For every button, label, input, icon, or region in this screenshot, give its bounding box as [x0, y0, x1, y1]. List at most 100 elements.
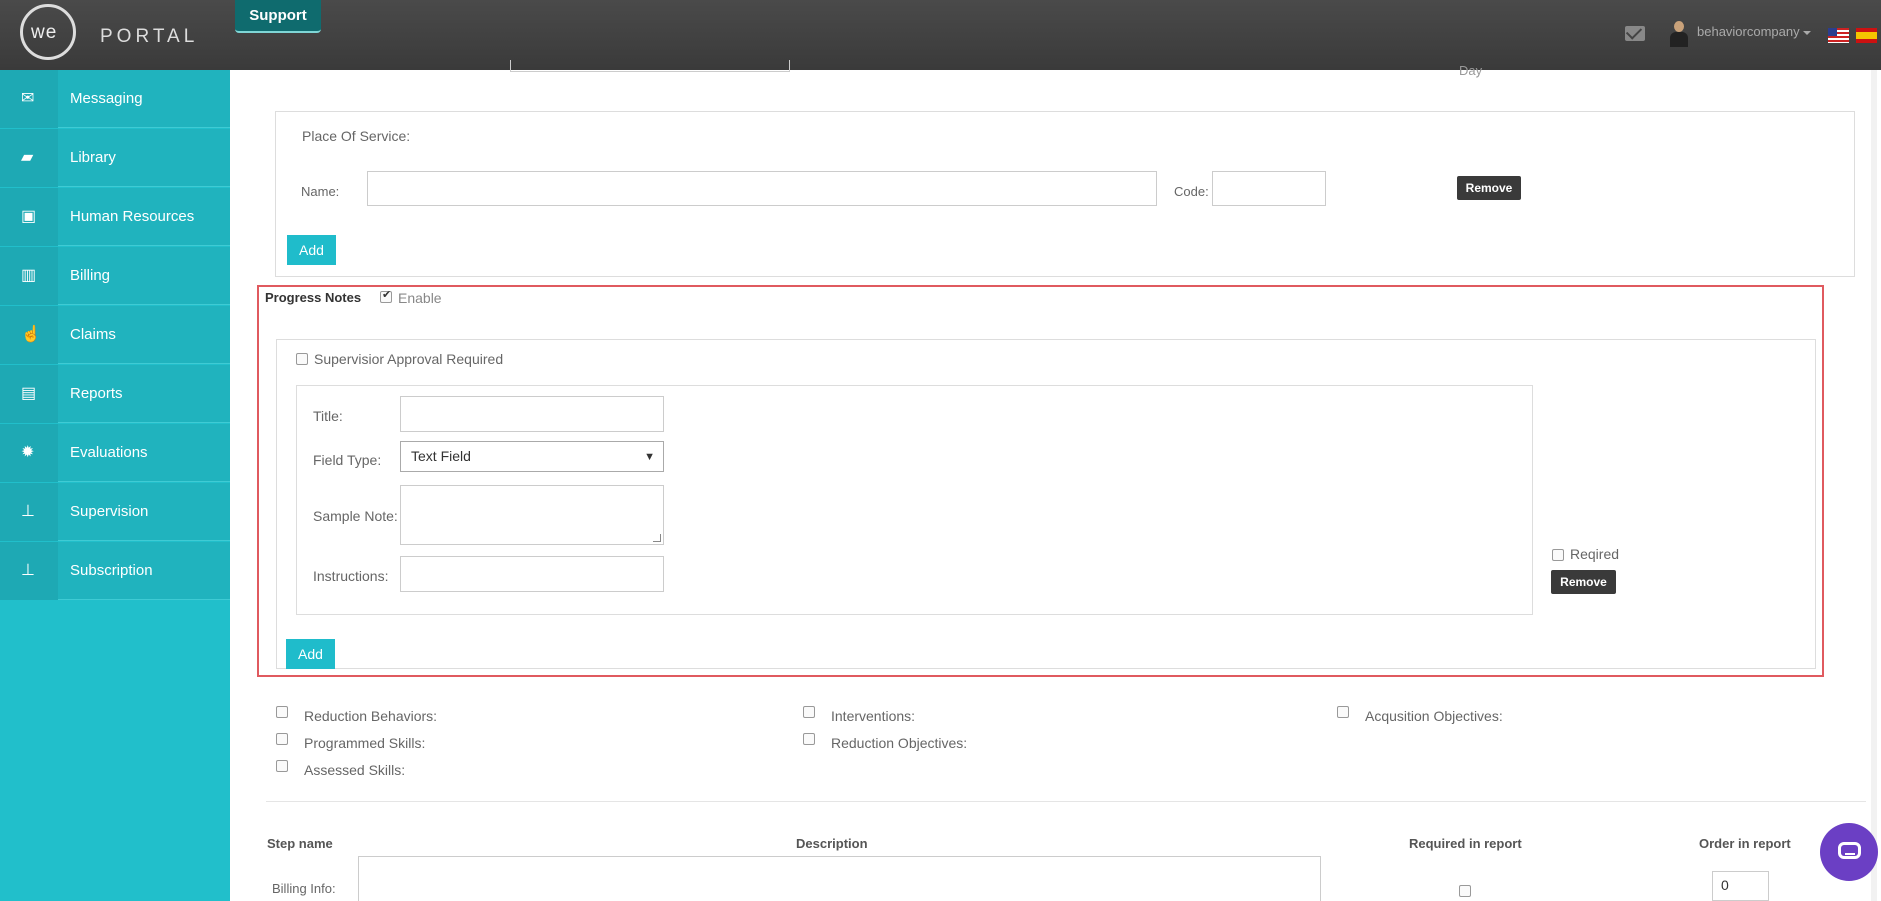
- acquisition-objectives-checkbox[interactable]: [1337, 706, 1349, 718]
- book-icon: ▤: [21, 385, 37, 402]
- sidebar-item-label: Evaluations: [70, 444, 148, 461]
- briefcase-icon: ▣: [21, 208, 37, 225]
- programmed-skills-label: Programmed Skills:: [304, 735, 426, 751]
- field-type-select[interactable]: Text Field ▼: [400, 441, 664, 472]
- sidebar-icon-cell: ✹: [0, 424, 58, 482]
- chat-widget-button[interactable]: [1820, 823, 1878, 881]
- assessed-skills-checkbox[interactable]: [276, 760, 288, 772]
- envelope-icon[interactable]: [1625, 26, 1645, 41]
- field-type-selected-value: Text Field: [411, 448, 471, 464]
- instructions-input[interactable]: [400, 556, 664, 592]
- supervisor-approval-label: Supervisior Approval Required: [314, 351, 504, 367]
- chat-icon: [1838, 842, 1861, 859]
- remove-place-button[interactable]: Remove: [1457, 176, 1521, 200]
- acquisition-objectives-label: Acqusition Objectives:: [1365, 708, 1503, 724]
- sidebar-item-billing[interactable]: ▥ Billing: [0, 247, 230, 305]
- sidebar-icon-cell: ⊥: [0, 483, 58, 541]
- day-label: Day: [1459, 63, 1483, 78]
- sidebar-item-claims[interactable]: ☝ Claims: [0, 306, 230, 364]
- resize-handle-icon[interactable]: [653, 534, 661, 542]
- avatar-body: [1670, 32, 1688, 47]
- required-label: Reqired: [1570, 546, 1620, 562]
- sidebar-item-label: Library: [70, 149, 116, 166]
- sitemap-icon: ⊥: [21, 562, 35, 579]
- sidebar-icon-cell: ▤: [0, 365, 58, 423]
- place-code-input[interactable]: [1212, 171, 1326, 206]
- avatar[interactable]: [1668, 21, 1690, 47]
- sitemap-icon: ⊥: [21, 503, 35, 520]
- assessed-skills-label: Assessed Skills:: [304, 762, 406, 778]
- sidebar-icon-cell: ▥: [0, 247, 58, 305]
- billing-info-label: Billing Info:: [272, 881, 336, 896]
- sidebar-icon-cell: ▣: [0, 188, 58, 246]
- user-menu-name[interactable]: behaviorcompany: [1697, 24, 1800, 39]
- sidebar-icon-cell: ⊥: [0, 542, 58, 600]
- progress-notes-heading: Progress Notes: [265, 290, 362, 305]
- remove-field-button[interactable]: Remove: [1551, 570, 1616, 594]
- supervisor-approval-checkbox[interactable]: [296, 353, 308, 365]
- billing-info-order-input[interactable]: 0: [1712, 871, 1769, 901]
- place-of-service-heading: Place Of Service:: [302, 128, 411, 144]
- sidebar-item-label: Supervision: [70, 503, 149, 520]
- sidebar-item-subscription[interactable]: ⊥ Subscription: [0, 542, 230, 600]
- sidebar-item-label: Subscription: [70, 562, 153, 579]
- billing-info-required-checkbox[interactable]: [1459, 885, 1471, 897]
- main-content: Day Place Of Service: Name: Code: Remove…: [230, 60, 1881, 901]
- sidebar-item-supervision[interactable]: ⊥ Supervision: [0, 483, 230, 541]
- order-value: 0: [1721, 877, 1729, 893]
- envelope-icon: ✉: [21, 90, 35, 107]
- spain-flag-icon[interactable]: [1856, 28, 1877, 43]
- bar-chart-icon: ▥: [21, 267, 37, 284]
- sidebar-item-label: Billing: [70, 267, 111, 284]
- col-step-name: Step name: [267, 836, 333, 851]
- sidebar: ✉ Messaging ▰ Library ▣ Human Resources …: [0, 70, 230, 901]
- sidebar-icon-cell: ▰: [0, 129, 58, 187]
- required-checkbox[interactable]: [1552, 549, 1564, 561]
- col-description: Description: [796, 836, 868, 851]
- select-arrow-icon: ▼: [644, 451, 655, 463]
- sidebar-item-label: Messaging: [70, 90, 143, 107]
- add-place-button[interactable]: Add: [287, 235, 336, 265]
- logo-we-text: we: [31, 22, 58, 43]
- title-label: Title:: [313, 408, 343, 424]
- interventions-label: Interventions:: [831, 708, 916, 724]
- sidebar-icon-cell: ✉: [0, 70, 58, 128]
- partial-input-field[interactable]: [510, 60, 790, 72]
- sidebar-item-label: Claims: [70, 326, 116, 343]
- sidebar-item-library[interactable]: ▰ Library: [0, 129, 230, 187]
- sample-note-label: Sample Note:: [313, 508, 398, 524]
- sidebar-item-messaging[interactable]: ✉ Messaging: [0, 70, 230, 128]
- place-name-input[interactable]: [367, 171, 1157, 206]
- us-flag-icon[interactable]: [1828, 28, 1849, 43]
- reduction-objectives-label: Reduction Objectives:: [831, 735, 968, 751]
- code-label: Code:: [1174, 184, 1209, 199]
- hand-pointer-icon: ☝: [21, 326, 41, 343]
- sidebar-item-label: Human Resources: [70, 208, 195, 225]
- name-label: Name:: [301, 184, 340, 199]
- enable-checkbox[interactable]: [380, 288, 392, 303]
- reduction-objectives-checkbox[interactable]: [803, 733, 815, 745]
- support-button[interactable]: Support: [235, 0, 321, 33]
- scrollbar[interactable]: [1871, 70, 1877, 901]
- caret-down-icon[interactable]: [1803, 31, 1811, 35]
- divider: [266, 801, 1866, 802]
- billing-info-description-input[interactable]: [358, 856, 1321, 901]
- interventions-checkbox[interactable]: [803, 706, 815, 718]
- note-title-input[interactable]: [400, 396, 664, 432]
- certificate-icon: ✹: [21, 444, 35, 461]
- reduction-behaviors-label: Reduction Behaviors:: [304, 708, 438, 724]
- field-type-label: Field Type:: [313, 452, 382, 468]
- sidebar-item-evaluations[interactable]: ✹ Evaluations: [0, 424, 230, 482]
- folder-open-icon: ▰: [21, 149, 34, 166]
- sidebar-item-reports[interactable]: ▤ Reports: [0, 365, 230, 423]
- avatar-head: [1674, 21, 1684, 32]
- sample-note-textarea[interactable]: [400, 485, 664, 545]
- instructions-label: Instructions:: [313, 568, 389, 584]
- logo-portal-text: PORTAL: [100, 26, 199, 47]
- col-required-in-report: Required in report: [1409, 836, 1522, 851]
- add-field-button[interactable]: Add: [286, 639, 335, 669]
- reduction-behaviors-checkbox[interactable]: [276, 706, 288, 718]
- sidebar-item-human-resources[interactable]: ▣ Human Resources: [0, 188, 230, 246]
- we-portal-logo[interactable]: we PORTAL: [20, 4, 210, 66]
- programmed-skills-checkbox[interactable]: [276, 733, 288, 745]
